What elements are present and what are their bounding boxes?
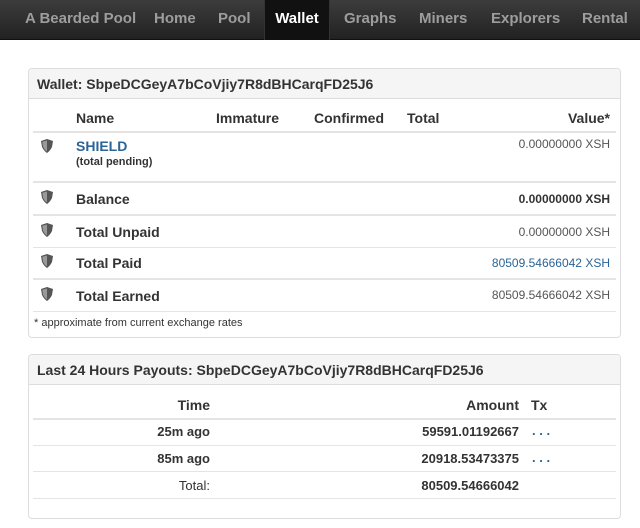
wallet-panel: Wallet: SbpeDCGeyA7bCoVjiy7R8dBHCarqFD25… <box>28 68 621 338</box>
col-tx: Tx <box>531 397 548 413</box>
divider <box>33 278 616 280</box>
footnote: * approximate from current exchange rate… <box>34 317 243 329</box>
shield-icon <box>41 223 53 237</box>
col-time: Time <box>177 397 210 413</box>
col-value: Value* <box>567 110 610 126</box>
payout-total-amount: 80509.54666042 <box>421 478 519 493</box>
divider <box>33 247 616 248</box>
payout-amount: 59591.01192667 <box>422 424 519 439</box>
balance-value: 0.00000000 XSH <box>518 192 610 206</box>
earned-label: Total Earned <box>76 288 160 304</box>
col-confirmed: Confirmed <box>314 110 384 126</box>
col-name: Name <box>76 110 115 126</box>
nav-home[interactable]: Home <box>154 0 196 40</box>
brand-link[interactable]: A Bearded Pool <box>25 0 136 40</box>
nav-explorers[interactable]: Explorers <box>491 0 560 40</box>
divider <box>33 445 616 446</box>
payout-amount: 20918.53473375 <box>421 451 519 466</box>
col-amount: Amount <box>466 397 519 413</box>
top-navbar: A Bearded Pool Home Pool Wallet Graphs M… <box>0 0 640 40</box>
unpaid-label: Total Unpaid <box>76 224 160 240</box>
payout-time: 25m ago <box>157 424 210 439</box>
payout-total-label: Total: <box>178 478 210 493</box>
coin-subtext: (total pending) <box>76 156 153 168</box>
nav-graphs[interactable]: Graphs <box>344 0 397 40</box>
paid-label: Total Paid <box>76 255 142 271</box>
payouts-panel: Last 24 Hours Payouts: SbpeDCGeyA7bCoVji… <box>28 354 621 519</box>
earned-value: 80509.54666042 XSH <box>491 288 610 302</box>
unpaid-value: 0.00000000 XSH <box>518 225 610 239</box>
shield-icon <box>41 139 53 153</box>
nav-miners[interactable]: Miners <box>419 0 467 40</box>
divider <box>33 311 616 312</box>
payouts-heading: Last 24 Hours Payouts: SbpeDCGeyA7bCoVji… <box>29 355 620 385</box>
divider <box>33 131 616 133</box>
payout-time: 85m ago <box>157 451 210 466</box>
divider <box>33 498 616 499</box>
nav-wallet[interactable]: Wallet <box>264 0 330 40</box>
nav-pool[interactable]: Pool <box>218 0 251 40</box>
shield-icon <box>41 190 53 204</box>
coin-link[interactable]: SHIELD <box>76 138 127 154</box>
shield-icon <box>41 287 53 301</box>
divider <box>33 181 616 183</box>
col-total: Total <box>407 110 440 126</box>
col-immature: Immature <box>216 110 280 126</box>
divider <box>33 471 616 472</box>
nav-rental[interactable]: Rental <box>582 0 628 40</box>
payout-tx-link[interactable]: . . . <box>532 423 550 438</box>
payout-tx-link[interactable]: . . . <box>532 450 550 465</box>
balance-label: Balance <box>76 191 130 207</box>
wallet-heading: Wallet: SbpeDCGeyA7bCoVjiy7R8dBHCarqFD25… <box>29 69 620 99</box>
coin-value: 0.00000000 XSH <box>518 137 610 151</box>
divider <box>33 214 616 216</box>
shield-icon <box>41 254 53 268</box>
paid-value-link[interactable]: 80509.54666042 XSH <box>492 256 610 270</box>
divider <box>33 418 616 420</box>
